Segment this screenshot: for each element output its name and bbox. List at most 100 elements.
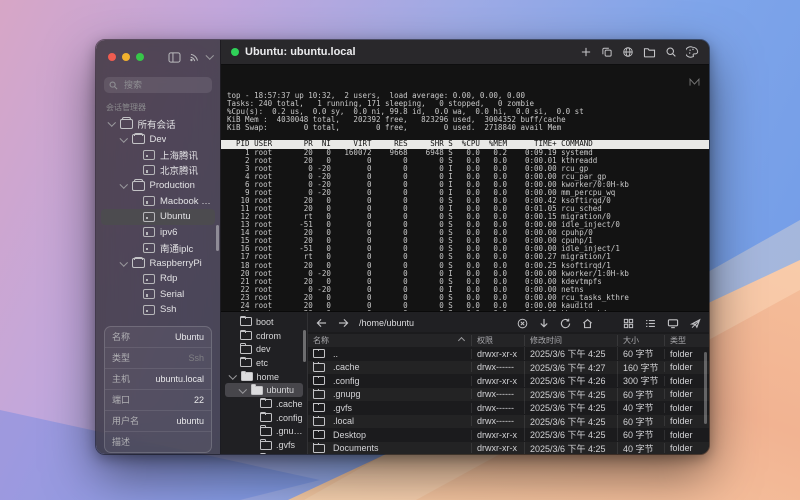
search-input[interactable] — [122, 79, 206, 91]
sidebar-titlebar — [96, 40, 220, 70]
file-type-cell: folder — [664, 429, 709, 440]
folder-icon — [313, 416, 325, 426]
circle-x-icon[interactable] — [517, 318, 528, 329]
chevron-down-icon[interactable] — [119, 133, 128, 142]
file-tree-item[interactable]: .local — [225, 452, 303, 454]
session-tree-label: Serial — [160, 288, 185, 300]
session-tree-item[interactable]: Ubuntu — [101, 209, 215, 225]
search-box[interactable] — [104, 77, 212, 93]
file-row[interactable]: .cache drwx------ 2025/3/6 下午 4:27 160 字节 fo… — [308, 360, 709, 375]
file-row[interactable]: .config drwxr-xr-x 2025/3/6 下午 4:26 300 字节 f… — [308, 374, 709, 388]
minimize-window-button[interactable] — [122, 53, 130, 61]
file-name-cell: .gnupg — [308, 389, 471, 399]
column-header-mtime[interactable]: 修改时间 — [524, 335, 617, 346]
folder-icon — [313, 348, 325, 359]
folder-icon — [250, 384, 263, 395]
chevron-down-icon[interactable] — [205, 51, 214, 60]
property-value: Ubuntu — [174, 331, 204, 342]
file-row[interactable]: .gvfs drwx------ 2025/3/6 下午 4:25 40 字节 fold… — [308, 401, 709, 415]
back-arrow-icon[interactable] — [316, 318, 327, 328]
column-header-perm[interactable]: 权限 — [471, 335, 524, 346]
file-type-cell: folder — [664, 443, 709, 454]
file-tree-item[interactable]: .cache — [225, 397, 303, 411]
file-perm-cell: drwx------ — [471, 389, 524, 400]
session-tree-item[interactable]: 所有会话 — [101, 116, 215, 132]
file-tree-item[interactable]: ubuntu — [225, 383, 303, 398]
file-tree-item[interactable]: .gvfs — [225, 438, 303, 452]
file-type-cell: folder — [664, 389, 709, 400]
session-tree-item[interactable]: Production — [101, 178, 215, 194]
file-tree-label: home — [256, 371, 280, 382]
session-tree-item[interactable]: 南通iplc — [101, 240, 215, 256]
folder-icon — [260, 425, 272, 436]
forward-arrow-icon[interactable] — [338, 318, 349, 328]
file-row[interactable]: Documents drwxr-xr-x 2025/3/6 下午 4:25 40 字节… — [308, 441, 709, 454]
session-tree-item[interactable]: Rdp — [101, 271, 215, 287]
property-value: 22 — [193, 394, 204, 405]
refresh-icon[interactable] — [560, 318, 571, 329]
sidebar-scrollbar[interactable] — [216, 225, 219, 251]
grid-view-icon[interactable] — [623, 318, 634, 329]
file-table-scrollbar[interactable] — [704, 352, 707, 424]
file-row[interactable]: Desktop drwxr-xr-x 2025/3/6 下午 4:25 60 字节 fo… — [308, 428, 709, 442]
file-tree-scrollbar[interactable] — [303, 330, 306, 362]
file-row[interactable]: .gnupg drwx------ 2025/3/6 下午 4:25 60 字节 fol… — [308, 387, 709, 402]
file-tree-item[interactable]: .gnupg — [225, 425, 303, 439]
session-tree-item[interactable]: Macbook Pro — [101, 194, 215, 210]
file-tree-item[interactable]: boot — [225, 315, 303, 329]
list-view-icon[interactable] — [645, 318, 656, 329]
folder-group-icon — [131, 132, 145, 145]
download-icon[interactable] — [539, 318, 549, 329]
session-icon — [143, 149, 155, 160]
file-tree-item[interactable]: home — [225, 370, 303, 384]
file-tree-label: .gnupg — [276, 426, 303, 437]
file-name: .. — [333, 348, 339, 359]
session-tree-item[interactable]: RaspberryPi — [101, 256, 215, 272]
column-header-type[interactable]: 类型 — [664, 335, 709, 346]
session-tree-label: Production — [149, 180, 195, 192]
column-header-name[interactable]: 名称 — [308, 335, 471, 346]
terminal-output[interactable]: top - 18:57:37 up 10:32, 2 users, load a… — [221, 65, 709, 311]
globe-icon[interactable] — [622, 46, 634, 58]
session-tree-item[interactable]: 上海腾讯 — [101, 147, 215, 163]
session-tree-item[interactable]: Ssh — [101, 302, 215, 318]
broadcast-icon[interactable] — [188, 52, 200, 63]
session-tree-item[interactable]: Dev — [101, 132, 215, 148]
sidebar-toggle-icon[interactable] — [167, 51, 181, 63]
monitor-view-icon[interactable] — [667, 318, 679, 329]
folder-icon[interactable] — [643, 46, 656, 58]
chevron-down-icon[interactable] — [119, 180, 128, 189]
file-tree-item[interactable]: .config — [225, 411, 303, 425]
session-tree-item[interactable]: Serial — [101, 287, 215, 303]
duplicate-icon[interactable] — [601, 46, 613, 58]
chevron-down-icon[interactable] — [107, 118, 116, 127]
chevron-down-icon[interactable] — [119, 257, 128, 266]
session-tree-item[interactable]: ipv6 — [101, 225, 215, 241]
file-table-header: 名称 权限 修改时间 大小 类型 — [308, 334, 709, 347]
zoom-window-button[interactable] — [136, 53, 144, 61]
session-tree-label: Rdp — [160, 273, 178, 285]
file-tree-item[interactable]: dev — [225, 342, 303, 356]
file-mtime-cell: 2025/3/6 下午 4:25 — [524, 387, 617, 401]
file-tree-item[interactable]: cdrom — [225, 329, 303, 343]
file-mtime-cell: 2025/3/6 下午 4:25 — [524, 347, 617, 361]
file-size-cell: 40 字节 — [617, 441, 664, 454]
file-tree-item[interactable]: etc — [225, 356, 303, 370]
folder-icon — [260, 411, 272, 423]
keyboard-icon[interactable] — [688, 77, 701, 87]
palette-icon[interactable] — [686, 46, 699, 58]
chevron-down-icon[interactable] — [238, 384, 247, 393]
search-icon[interactable] — [665, 46, 677, 58]
chevron-down-icon[interactable] — [228, 371, 237, 380]
plus-icon[interactable] — [580, 46, 592, 58]
close-window-button[interactable] — [108, 53, 116, 61]
file-row[interactable]: .. drwxr-xr-x 2025/3/6 下午 4:25 60 字节 folder — [308, 347, 709, 361]
home-icon[interactable] — [582, 318, 593, 329]
session-tree-item[interactable]: 北京腾讯 — [101, 163, 215, 179]
column-header-size[interactable]: 大小 — [617, 335, 664, 346]
file-row[interactable]: .local drwx------ 2025/3/6 下午 4:25 60 字节 fol… — [308, 414, 709, 429]
current-path[interactable]: /home/ubuntu — [359, 318, 414, 328]
session-icon — [143, 227, 155, 238]
file-type-cell: folder — [664, 416, 709, 427]
transfers-disabled-icon[interactable] — [690, 318, 701, 329]
